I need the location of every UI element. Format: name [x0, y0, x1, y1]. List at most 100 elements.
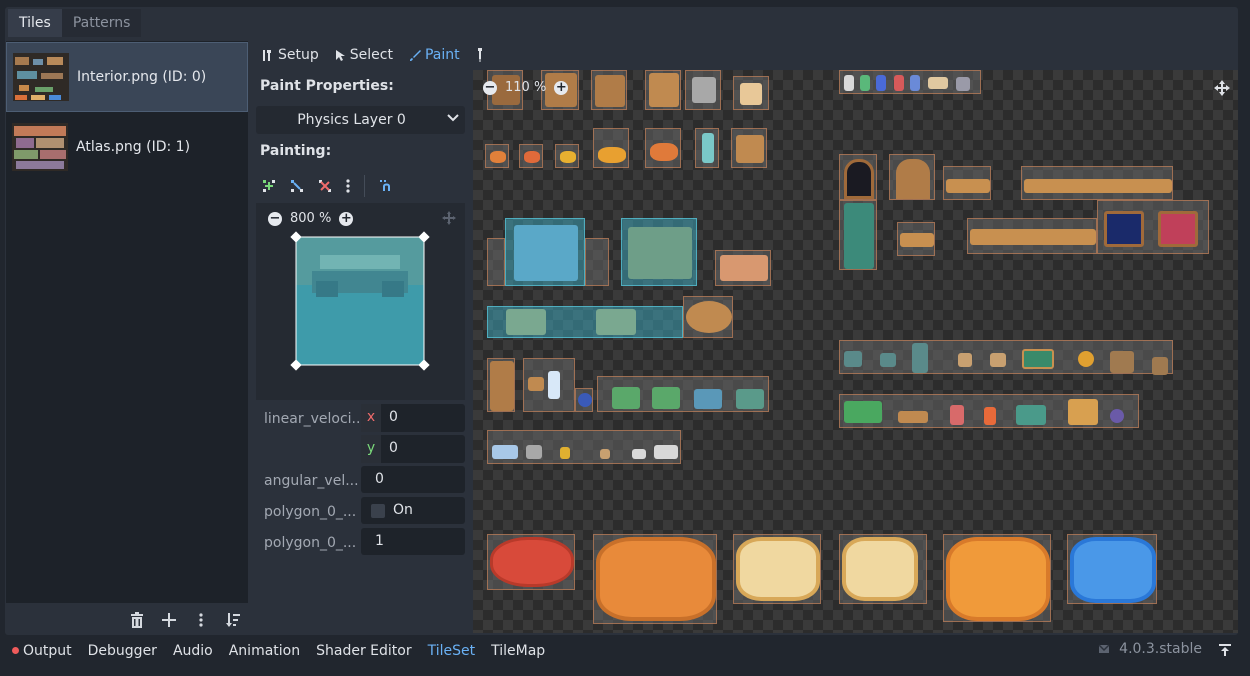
- tab-output[interactable]: Output: [12, 643, 72, 659]
- pan-icon[interactable]: [1214, 80, 1230, 96]
- tile[interactable]: [519, 144, 543, 168]
- tile[interactable]: [1021, 166, 1173, 200]
- paint-properties-title: Paint Properties:: [260, 78, 394, 94]
- notification-icon: [1098, 644, 1110, 653]
- tile[interactable]: [575, 388, 593, 412]
- kebab-icon[interactable]: [192, 611, 210, 629]
- tile[interactable]: [731, 128, 767, 168]
- tile[interactable]: [505, 218, 585, 286]
- tile[interactable]: [695, 128, 719, 168]
- painting-title: Painting:: [260, 143, 332, 159]
- tile[interactable]: [591, 70, 627, 110]
- tile[interactable]: [1067, 534, 1157, 604]
- tab-tileset[interactable]: TileSet: [428, 643, 476, 659]
- tile[interactable]: [943, 534, 1051, 622]
- trash-icon[interactable]: [128, 611, 146, 629]
- picker-button[interactable]: [476, 48, 484, 62]
- zoom-label: 110 %: [505, 80, 547, 95]
- tile[interactable]: [897, 222, 935, 256]
- tile[interactable]: [683, 296, 733, 338]
- tile[interactable]: [943, 166, 991, 200]
- axis-y-label: y: [361, 435, 381, 463]
- remove-point-icon[interactable]: [318, 179, 332, 193]
- tile[interactable]: [967, 218, 1097, 254]
- axis-x-label: x: [361, 404, 381, 432]
- collision-polygon[interactable]: [290, 231, 430, 371]
- sources-toolbar: [128, 611, 242, 629]
- property-linear-velocity: linear_veloci... x 0 y 0: [256, 404, 465, 463]
- tab-tilemap[interactable]: TileMap: [491, 643, 545, 659]
- tab-animation[interactable]: Animation: [229, 643, 300, 659]
- tab-patterns[interactable]: Patterns: [61, 9, 142, 37]
- tab-debugger[interactable]: Debugger: [88, 643, 157, 659]
- tile[interactable]: [485, 144, 509, 168]
- tile[interactable]: [645, 70, 681, 110]
- tile[interactable]: [585, 238, 609, 286]
- tile[interactable]: [839, 534, 927, 604]
- paint-property-select[interactable]: Physics Layer 0: [256, 106, 465, 134]
- move-point-icon[interactable]: [290, 179, 304, 193]
- version-info[interactable]: 4.0.3.stable: [1097, 641, 1202, 657]
- one-way-checkbox[interactable]: On: [361, 497, 465, 524]
- tile[interactable]: [733, 534, 821, 604]
- tile[interactable]: [839, 200, 877, 270]
- tile[interactable]: [555, 144, 579, 168]
- tile[interactable]: [487, 306, 683, 338]
- tile[interactable]: [593, 534, 717, 624]
- source-label: Interior.png (ID: 0): [77, 69, 207, 85]
- painting-toolbar: [262, 175, 393, 197]
- setup-button[interactable]: Setup: [262, 47, 319, 63]
- tab-tiles[interactable]: Tiles: [8, 9, 62, 37]
- tile[interactable]: [593, 128, 629, 168]
- wrench-icon: [263, 49, 271, 61]
- tile[interactable]: [487, 358, 515, 412]
- chevron-down-icon: [447, 114, 459, 122]
- tile[interactable]: [621, 218, 697, 286]
- zoom-out-icon[interactable]: −: [268, 211, 282, 226]
- kebab-icon[interactable]: [346, 179, 350, 193]
- tile[interactable]: [889, 154, 935, 200]
- tile[interactable]: [645, 128, 681, 168]
- tile[interactable]: [487, 534, 575, 590]
- cursor-icon: [335, 49, 345, 61]
- atlas-canvas[interactable]: [473, 70, 1238, 633]
- bottom-panel-tabs: Output Debugger Audio Animation Shader E…: [0, 640, 1250, 662]
- paint-button[interactable]: Paint: [409, 47, 460, 63]
- angular-velocity-field[interactable]: 0: [361, 466, 465, 493]
- tile[interactable]: [487, 238, 505, 286]
- tile[interactable]: [523, 358, 575, 412]
- tile[interactable]: [715, 250, 771, 286]
- tile[interactable]: [1097, 200, 1209, 254]
- source-item-atlas[interactable]: Atlas.png (ID: 1): [6, 112, 248, 182]
- source-item-interior[interactable]: Interior.png (ID: 0): [6, 42, 248, 112]
- expand-panel-icon[interactable]: [1218, 643, 1232, 657]
- tile[interactable]: [839, 154, 877, 200]
- zoom-in-icon[interactable]: +: [339, 211, 354, 226]
- tile[interactable]: [839, 394, 1139, 428]
- tile[interactable]: [685, 70, 721, 110]
- tab-audio[interactable]: Audio: [173, 643, 213, 659]
- move-icon[interactable]: [442, 211, 456, 225]
- top-tabs: Tiles Patterns: [8, 9, 142, 37]
- checkbox-icon: [371, 504, 385, 518]
- linear-velocity-x-field[interactable]: x 0: [361, 404, 465, 432]
- tile[interactable]: [839, 70, 981, 94]
- snap-icon[interactable]: [379, 179, 393, 193]
- sort-icon[interactable]: [224, 611, 242, 629]
- zoom-out-icon[interactable]: −: [483, 80, 497, 95]
- polygon-editor-preview[interactable]: − 800 % +: [256, 203, 465, 400]
- linear-velocity-y-field[interactable]: y 0: [361, 435, 465, 463]
- add-point-icon[interactable]: [262, 179, 276, 193]
- select-button[interactable]: Select: [335, 47, 393, 63]
- tile[interactable]: [733, 76, 769, 110]
- tab-shader-editor[interactable]: Shader Editor: [316, 643, 411, 659]
- tile[interactable]: [597, 376, 769, 412]
- interior-thumbnail: [13, 53, 69, 101]
- zoom-in-icon[interactable]: +: [554, 80, 569, 95]
- tile[interactable]: [839, 340, 1173, 375]
- property-polygon-one-way: polygon_0_... On: [256, 497, 465, 525]
- plus-icon[interactable]: [160, 611, 178, 629]
- property-polygon-margin: polygon_0_... 1: [256, 528, 465, 556]
- tile[interactable]: [487, 430, 681, 464]
- polygon-margin-field[interactable]: 1: [361, 528, 465, 555]
